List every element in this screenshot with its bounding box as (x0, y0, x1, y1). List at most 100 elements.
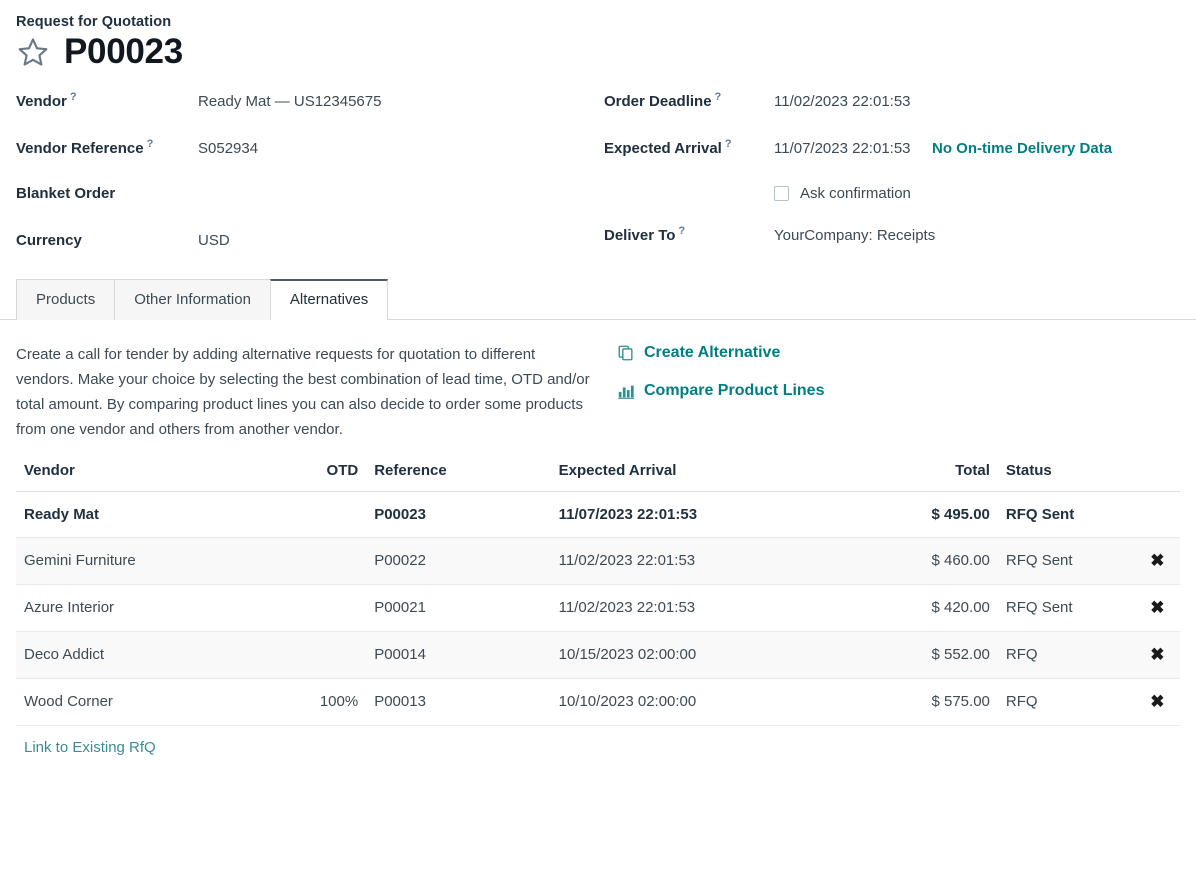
field-value-expected-arrival[interactable]: 11/07/2023 22:01:53 (774, 140, 932, 157)
cell-total: $ 420.00 (890, 584, 998, 631)
column-header-actions (1135, 454, 1180, 492)
duplicate-icon (616, 344, 635, 363)
table-row[interactable]: Azure Interior P00021 11/02/2023 22:01:5… (16, 584, 1180, 631)
tab-products[interactable]: Products (16, 279, 115, 320)
cell-actions: ✖ (1135, 537, 1180, 584)
field-value-vendor-reference[interactable]: S052934 (198, 140, 258, 157)
alternatives-panel: Create a call for tender by adding alter… (0, 320, 1196, 442)
cell-reference: P00014 (366, 631, 550, 678)
ask-confirmation-label: Ask confirmation (800, 185, 911, 202)
cell-expected-arrival: 11/07/2023 22:01:53 (551, 491, 890, 537)
link-to-existing-rfq-button[interactable]: Link to Existing RfQ (24, 739, 156, 756)
form-fields: Vendor? Ready Mat — US12345675 Vendor Re… (16, 91, 1180, 256)
field-vendor-reference: Vendor Reference? S052934 (16, 138, 582, 162)
column-header-status[interactable]: Status (998, 454, 1135, 492)
table-head: Vendor OTD Reference Expected Arrival To… (16, 454, 1180, 492)
cell-status: RFQ Sent (998, 537, 1135, 584)
cell-vendor: Wood Corner (16, 678, 307, 725)
cell-reference: P00013 (366, 678, 550, 725)
cell-expected-arrival: 10/10/2023 02:00:00 (551, 678, 890, 725)
cell-reference: P00023 (366, 491, 550, 537)
field-label-vendor: Vendor? (16, 91, 198, 110)
cell-vendor: Ready Mat (16, 491, 307, 537)
cell-total: $ 495.00 (890, 491, 998, 537)
form-column-left: Vendor? Ready Mat — US12345675 Vendor Re… (16, 91, 598, 256)
table-row[interactable]: Ready Mat P00023 11/07/2023 22:01:53 $ 4… (16, 491, 1180, 537)
column-header-otd[interactable]: OTD (307, 454, 367, 492)
cell-reference: P00022 (366, 537, 550, 584)
cell-otd (307, 631, 367, 678)
help-icon[interactable]: ? (715, 91, 722, 103)
cell-vendor: Deco Addict (16, 631, 307, 678)
cell-otd (307, 491, 367, 537)
table-row[interactable]: Wood Corner 100% P00013 10/10/2023 02:00… (16, 678, 1180, 725)
breadcrumb[interactable]: Request for Quotation (16, 14, 1180, 30)
cell-vendor: Azure Interior (16, 584, 307, 631)
cell-status: RFQ Sent (998, 491, 1135, 537)
field-deliver-to: Deliver To? YourCompany: Receipts (604, 225, 1180, 249)
delete-row-icon[interactable]: ✖ (1150, 693, 1164, 710)
bar-chart-icon (616, 382, 635, 401)
cell-otd: 100% (307, 678, 367, 725)
field-label-deliver-to: Deliver To? (604, 225, 774, 244)
cell-expected-arrival: 10/15/2023 02:00:00 (551, 631, 890, 678)
column-header-total[interactable]: Total (890, 454, 998, 492)
field-label-order-deadline: Order Deadline? (604, 91, 774, 110)
ask-confirmation-checkbox[interactable] (774, 186, 789, 201)
rfq-form-page: Request for Quotation P00023 Vendor? Rea… (0, 0, 1196, 256)
cell-total: $ 460.00 (890, 537, 998, 584)
field-label-vendor-reference: Vendor Reference? (16, 138, 198, 157)
column-header-reference[interactable]: Reference (366, 454, 550, 492)
field-value-order-deadline[interactable]: 11/02/2023 22:01:53 (774, 93, 911, 110)
cell-total: $ 575.00 (890, 678, 998, 725)
field-label-expected-arrival: Expected Arrival? (604, 138, 774, 157)
column-header-expected-arrival[interactable]: Expected Arrival (551, 454, 890, 492)
favorite-star-icon[interactable] (16, 35, 50, 69)
cell-status: RFQ (998, 678, 1135, 725)
help-icon[interactable]: ? (147, 138, 154, 150)
create-alternative-label: Create Alternative (644, 344, 780, 362)
help-icon[interactable]: ? (70, 91, 77, 103)
cell-actions: ✖ (1135, 678, 1180, 725)
cell-otd (307, 584, 367, 631)
field-expected-arrival: Expected Arrival? 11/07/2023 22:01:53 No… (604, 138, 1180, 162)
cell-actions: ✖ (1135, 584, 1180, 631)
ask-confirmation-row: Ask confirmation (604, 185, 1180, 202)
cell-expected-arrival: 11/02/2023 22:01:53 (551, 584, 890, 631)
tab-alternatives[interactable]: Alternatives (270, 279, 388, 320)
cell-reference: P00021 (366, 584, 550, 631)
on-time-delivery-badge[interactable]: No On-time Delivery Data (932, 140, 1112, 157)
help-icon[interactable]: ? (725, 138, 732, 150)
field-label-currency: Currency (16, 232, 198, 249)
compare-product-lines-button[interactable]: Compare Product Lines (616, 382, 824, 401)
cell-actions: ✖ (1135, 631, 1180, 678)
field-blanket-order: Blanket Order (16, 185, 582, 209)
field-value-deliver-to[interactable]: YourCompany: Receipts (774, 227, 935, 244)
field-value-currency[interactable]: USD (198, 232, 230, 249)
field-order-deadline: Order Deadline? 11/02/2023 22:01:53 (604, 91, 1180, 115)
tab-bar: Products Other Information Alternatives (0, 278, 1196, 320)
create-alternative-button[interactable]: Create Alternative (616, 344, 824, 363)
record-title-row: P00023 (16, 34, 1180, 71)
table-row[interactable]: Deco Addict P00014 10/15/2023 02:00:00 $… (16, 631, 1180, 678)
table-footer: Link to Existing RfQ (16, 726, 1180, 756)
delete-row-icon[interactable]: ✖ (1150, 646, 1164, 663)
help-icon[interactable]: ? (678, 225, 685, 237)
compare-product-lines-label: Compare Product Lines (644, 382, 824, 400)
cell-otd (307, 537, 367, 584)
cell-actions (1135, 491, 1180, 537)
field-vendor: Vendor? Ready Mat — US12345675 (16, 91, 582, 115)
field-currency: Currency USD (16, 232, 582, 256)
delete-row-icon[interactable]: ✖ (1150, 599, 1164, 616)
column-header-vendor[interactable]: Vendor (16, 454, 307, 492)
table-body: Ready Mat P00023 11/07/2023 22:01:53 $ 4… (16, 491, 1180, 725)
field-value-vendor[interactable]: Ready Mat — US12345675 (198, 93, 381, 110)
alternatives-table: Vendor OTD Reference Expected Arrival To… (16, 454, 1180, 726)
tab-other-information[interactable]: Other Information (114, 279, 271, 320)
table-header-row: Vendor OTD Reference Expected Arrival To… (16, 454, 1180, 492)
cell-total: $ 552.00 (890, 631, 998, 678)
alternatives-table-wrap: Vendor OTD Reference Expected Arrival To… (0, 442, 1196, 756)
table-row[interactable]: Gemini Furniture P00022 11/02/2023 22:01… (16, 537, 1180, 584)
cell-expected-arrival: 11/02/2023 22:01:53 (551, 537, 890, 584)
delete-row-icon[interactable]: ✖ (1150, 552, 1164, 569)
